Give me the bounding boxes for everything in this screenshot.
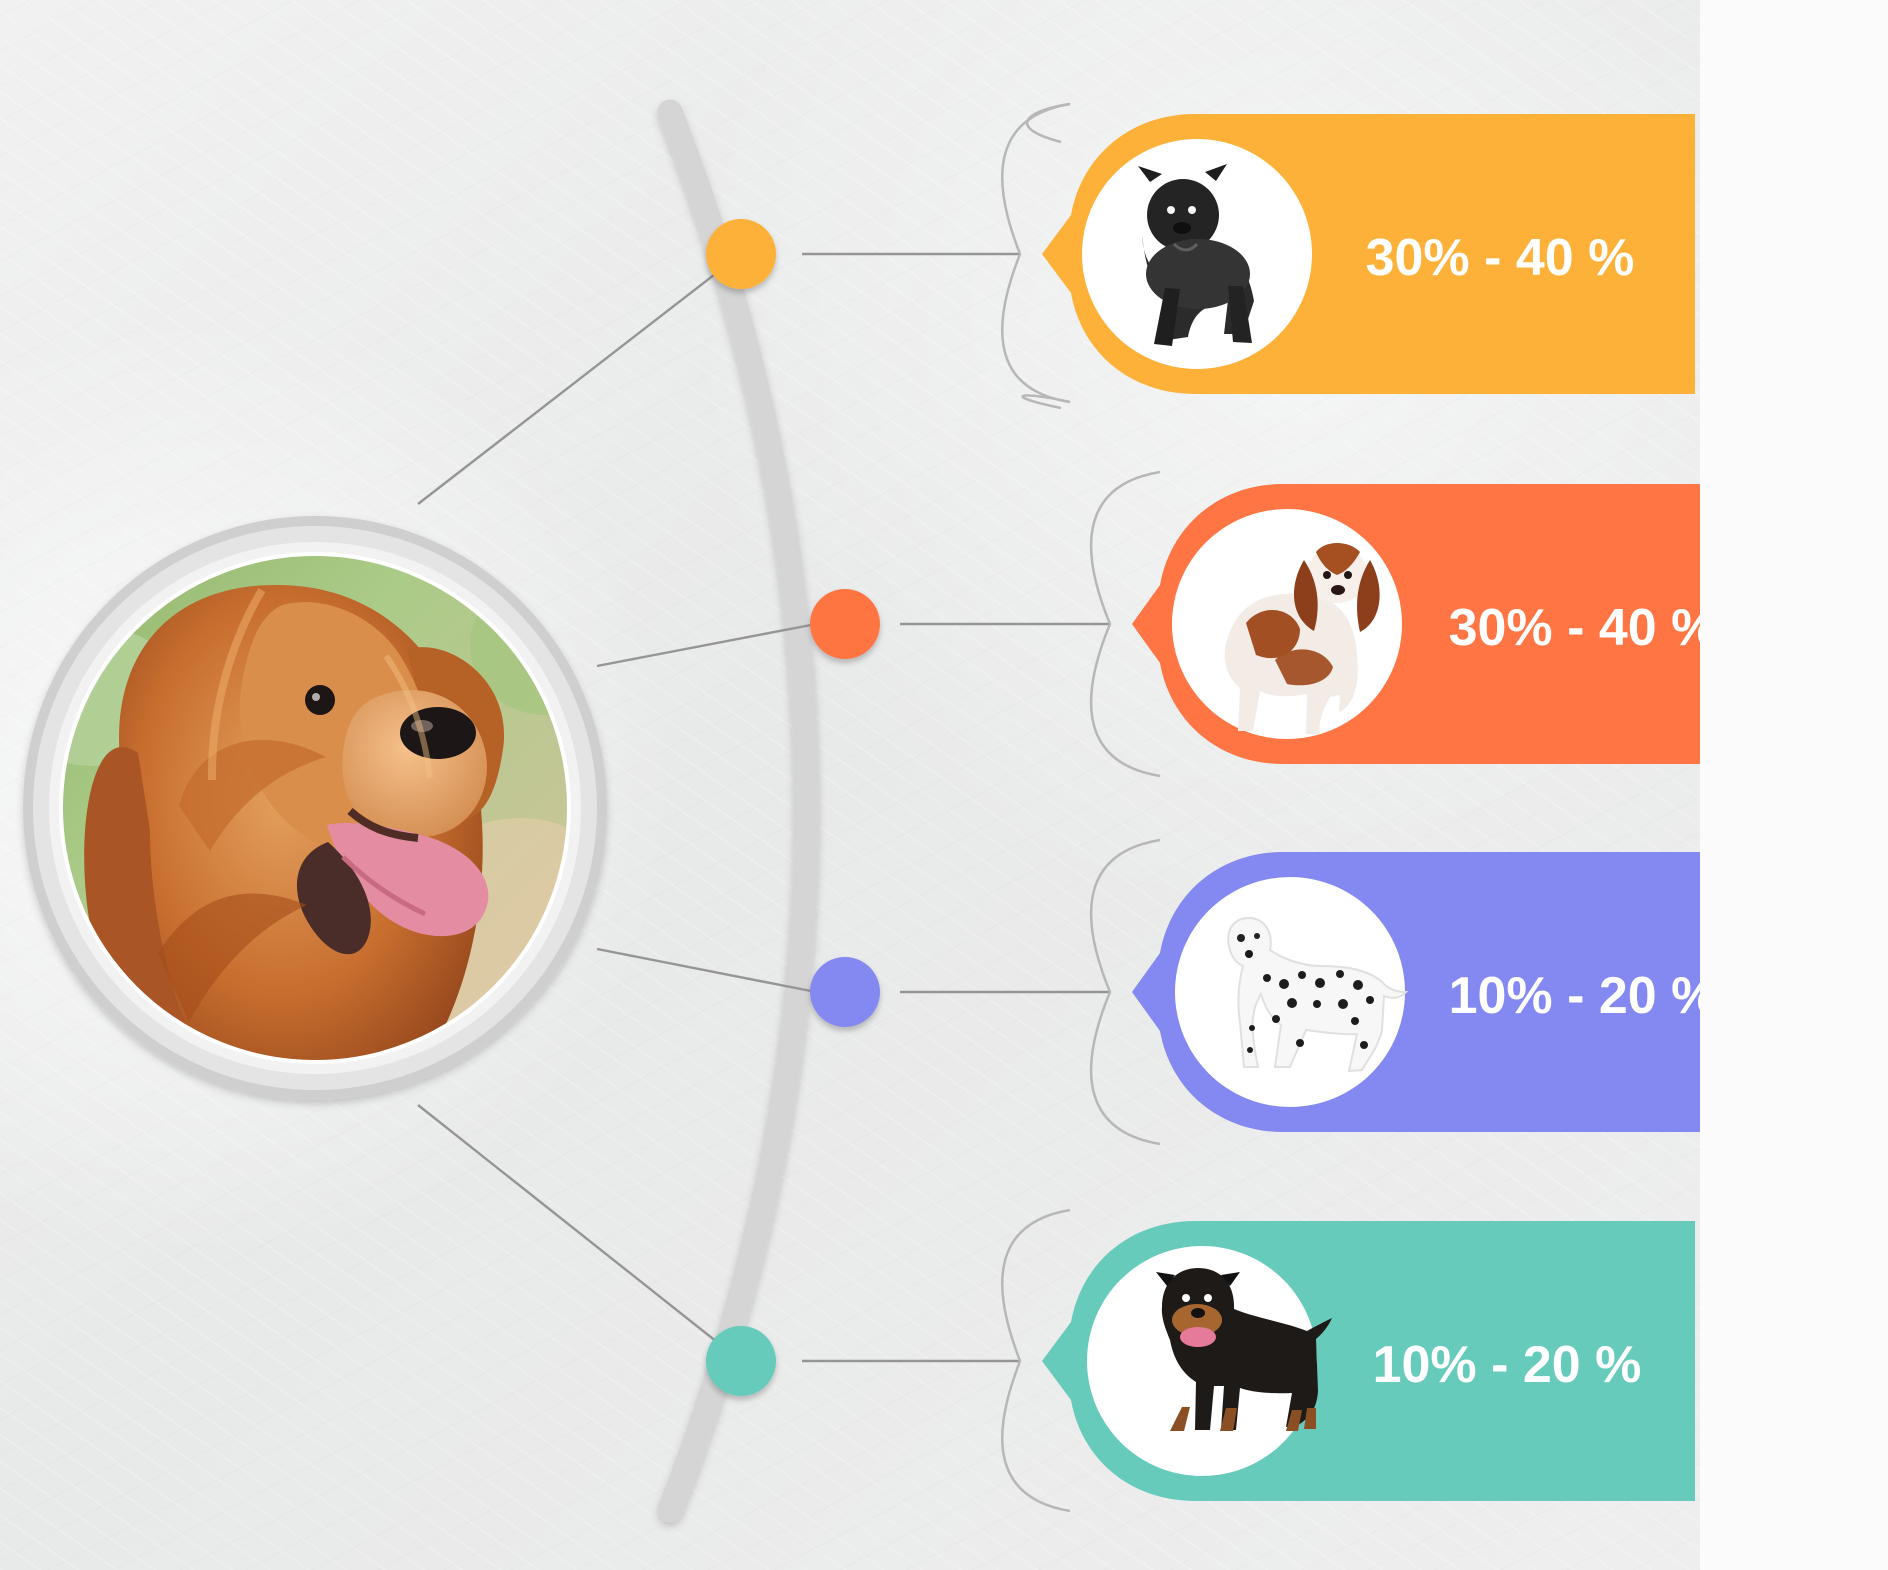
card-2-label: 30% - 40 %: [1449, 599, 1700, 657]
card-1: 30% - 40 %: [1001, 102, 1695, 410]
card-3-label: 10% - 20 %: [1449, 967, 1700, 1025]
card-3: 10% - 20 %: [1089, 838, 1700, 1146]
cards-layer: 30% - 40 % 30% - 40 % 10% - 20 % 10% - 2…: [1001, 102, 1700, 1513]
card-2: 30% - 40 %: [1089, 470, 1700, 778]
card-4-label: 10% - 20 %: [1373, 1336, 1642, 1394]
card-4: 10% - 20 %: [1001, 1208, 1695, 1513]
card-1-label: 30% - 40 %: [1366, 229, 1635, 287]
infographic-canvas: 30% - 40 % 30% - 40 % 10% - 20 % 10% - 2…: [0, 0, 1700, 1570]
